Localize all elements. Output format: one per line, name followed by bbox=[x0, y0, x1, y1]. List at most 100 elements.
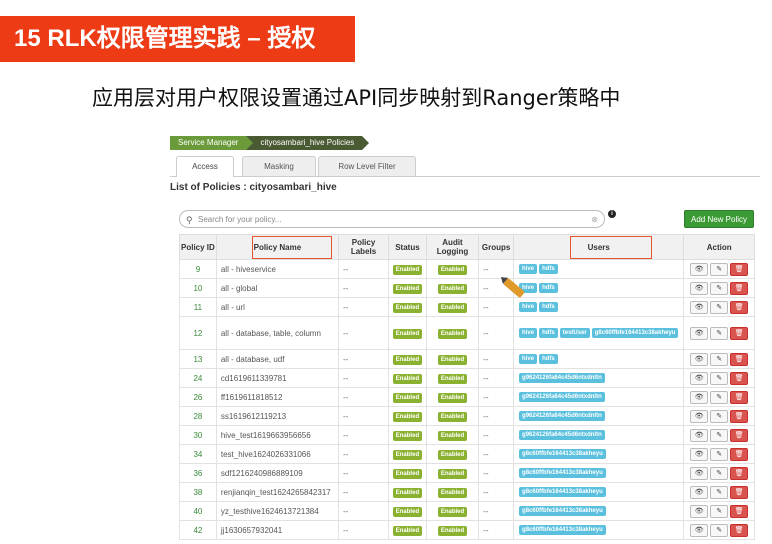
policy-name: all - database, table, column bbox=[215, 316, 339, 350]
edit-icon[interactable]: ✎ bbox=[710, 523, 729, 537]
policy-id-link[interactable]: 10 bbox=[179, 278, 217, 298]
trash-icon[interactable]: 🗑 bbox=[730, 447, 749, 461]
breadcrumb-service-manager[interactable]: Service Manager bbox=[170, 136, 255, 150]
trash-icon[interactable]: 🗑 bbox=[730, 262, 749, 276]
policy-users: g8c60ffbfe164413c38akheyu bbox=[513, 520, 685, 540]
trash-icon[interactable]: 🗑 bbox=[730, 352, 749, 366]
edit-icon[interactable]: ✎ bbox=[710, 409, 729, 423]
edit-icon[interactable]: ✎ bbox=[710, 504, 729, 518]
table-row: 34 test_hive1624026331066 -- Enabled Enabled… bbox=[179, 444, 755, 464]
audit-badge: Enabled bbox=[437, 525, 468, 536]
policy-id-link[interactable]: 13 bbox=[179, 349, 217, 369]
trash-icon[interactable]: 🗑 bbox=[730, 409, 749, 423]
tab-masking[interactable]: Masking bbox=[242, 156, 316, 176]
policy-id-link[interactable]: 9 bbox=[179, 259, 217, 279]
ranger-screenshot: Service Manager cityosambari_hive Polici… bbox=[165, 126, 765, 544]
edit-icon[interactable]: ✎ bbox=[710, 428, 729, 442]
info-icon[interactable]: i bbox=[608, 210, 616, 218]
policy-groups: -- bbox=[478, 406, 515, 426]
edit-icon[interactable]: ✎ bbox=[710, 390, 729, 404]
policy-users: g9624126fa64c45d6ntxdnltn bbox=[513, 368, 685, 388]
trash-icon[interactable]: 🗑 bbox=[730, 390, 749, 404]
policy-id-link[interactable]: 38 bbox=[179, 482, 217, 502]
col-status: Status bbox=[388, 234, 427, 260]
policy-users: hive hdfs bbox=[513, 349, 685, 369]
clear-icon[interactable]: ⊗ bbox=[591, 211, 598, 229]
tab-access[interactable]: Access bbox=[176, 156, 234, 177]
edit-icon[interactable]: ✎ bbox=[710, 281, 729, 295]
edit-icon[interactable]: ✎ bbox=[710, 326, 729, 340]
action-cell: 👁 ✎ 🗑 bbox=[683, 368, 755, 388]
status-badge: Enabled bbox=[392, 449, 423, 460]
breadcrumb-policies[interactable]: cityosambari_hive Policies bbox=[246, 136, 370, 150]
trash-icon[interactable]: 🗑 bbox=[730, 523, 749, 537]
eye-icon[interactable]: 👁 bbox=[690, 281, 709, 295]
policy-id-link[interactable]: 34 bbox=[179, 444, 217, 464]
col-policy-id[interactable]: Policy ID bbox=[179, 234, 217, 260]
policy-labels: -- bbox=[337, 520, 390, 540]
edit-icon[interactable]: ✎ bbox=[710, 466, 729, 480]
trash-icon[interactable]: 🗑 bbox=[730, 485, 749, 499]
eye-icon[interactable]: 👁 bbox=[690, 262, 709, 276]
list-title: List of Policies : cityosambari_hive bbox=[170, 182, 337, 193]
policy-table: Policy ID Policy Name Policy Labels Stat… bbox=[179, 234, 755, 540]
edit-icon[interactable]: ✎ bbox=[710, 485, 729, 499]
edit-icon[interactable]: ✎ bbox=[710, 300, 729, 314]
trash-icon[interactable]: 🗑 bbox=[730, 371, 749, 385]
eye-icon[interactable]: 👁 bbox=[690, 428, 709, 442]
col-users: Users bbox=[513, 234, 685, 260]
search-icon: ⚲ bbox=[186, 215, 193, 225]
audit-badge: Enabled bbox=[437, 283, 468, 294]
edit-icon[interactable]: ✎ bbox=[710, 447, 729, 461]
status-badge: Enabled bbox=[392, 468, 423, 479]
policy-id-link[interactable]: 12 bbox=[179, 316, 217, 350]
policy-id-link[interactable]: 24 bbox=[179, 368, 217, 388]
policy-id-link[interactable]: 28 bbox=[179, 406, 217, 426]
edit-icon[interactable]: ✎ bbox=[710, 262, 729, 276]
eye-icon[interactable]: 👁 bbox=[690, 371, 709, 385]
trash-icon[interactable]: 🗑 bbox=[730, 326, 749, 340]
policy-labels: -- bbox=[337, 501, 390, 521]
eye-icon[interactable]: 👁 bbox=[690, 409, 709, 423]
table-row: 12 all - database, table, column -- Enabled… bbox=[179, 316, 755, 350]
eye-icon[interactable]: 👁 bbox=[690, 300, 709, 314]
table-row: 9 all - hiveservice -- Enabled Enabled -- hive… bbox=[179, 259, 755, 279]
policy-id-link[interactable]: 42 bbox=[179, 520, 217, 540]
eye-icon[interactable]: 👁 bbox=[690, 326, 709, 340]
trash-icon[interactable]: 🗑 bbox=[730, 300, 749, 314]
trash-icon[interactable]: 🗑 bbox=[730, 504, 749, 518]
eye-icon[interactable]: 👁 bbox=[690, 466, 709, 480]
table-row: 30 hive_test1619663956656 -- Enabled Enabled… bbox=[179, 425, 755, 445]
col-policy-name[interactable]: Policy Name bbox=[215, 234, 339, 260]
eye-icon[interactable]: 👁 bbox=[690, 523, 709, 537]
eye-icon[interactable]: 👁 bbox=[690, 352, 709, 366]
policy-name: ff1619611818512 bbox=[215, 387, 339, 407]
user-label: g8c60ffbfe164413c38akheyu bbox=[519, 506, 606, 516]
eye-icon[interactable]: 👁 bbox=[690, 485, 709, 499]
policy-id-link[interactable]: 40 bbox=[179, 501, 217, 521]
tab-row-level-filter[interactable]: Row Level Filter bbox=[318, 156, 416, 176]
table-header-row: Policy ID Policy Name Policy Labels Stat… bbox=[179, 234, 755, 260]
eye-icon[interactable]: 👁 bbox=[690, 447, 709, 461]
policy-id-link[interactable]: 30 bbox=[179, 425, 217, 445]
trash-icon[interactable]: 🗑 bbox=[730, 466, 749, 480]
trash-icon[interactable]: 🗑 bbox=[730, 281, 749, 295]
eye-icon[interactable]: 👁 bbox=[690, 390, 709, 404]
search-input[interactable]: ⚲ Search for your policy... ⊗ bbox=[179, 210, 605, 228]
policy-id-link[interactable]: 11 bbox=[179, 297, 217, 317]
add-new-policy-button[interactable]: Add New Policy bbox=[684, 210, 754, 228]
user-label: g9624126fa64c45d6ntxdnltn bbox=[519, 430, 605, 440]
policy-id-link[interactable]: 26 bbox=[179, 387, 217, 407]
col-audit-logging: Audit Logging bbox=[425, 234, 480, 260]
edit-icon[interactable]: ✎ bbox=[710, 371, 729, 385]
policy-labels: -- bbox=[337, 387, 390, 407]
policy-users: hive hdfs bbox=[513, 278, 685, 298]
policy-users: g9624126fa64c45d6ntxdnltn bbox=[513, 425, 685, 445]
status-badge: Enabled bbox=[392, 283, 423, 294]
policy-id-link[interactable]: 36 bbox=[179, 463, 217, 483]
trash-icon[interactable]: 🗑 bbox=[730, 428, 749, 442]
audit-badge: Enabled bbox=[437, 487, 468, 498]
eye-icon[interactable]: 👁 bbox=[690, 504, 709, 518]
status-badge: Enabled bbox=[392, 302, 423, 313]
edit-icon[interactable]: ✎ bbox=[710, 352, 729, 366]
